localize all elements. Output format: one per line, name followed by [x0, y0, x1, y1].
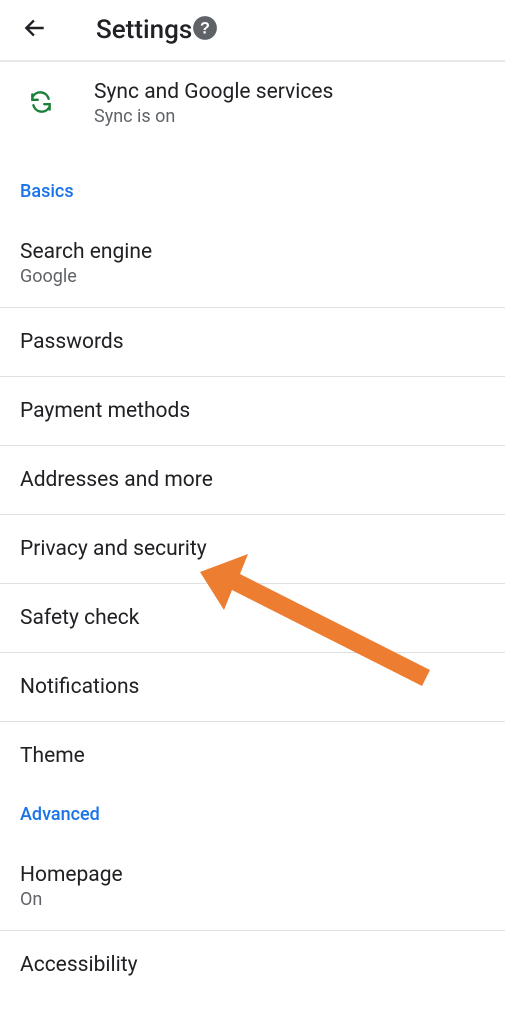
item-title: Privacy and security — [20, 537, 485, 561]
item-title: Theme — [20, 744, 485, 768]
item-title: Notifications — [20, 675, 485, 699]
item-notifications[interactable]: Notifications — [0, 653, 505, 722]
item-payment-methods[interactable]: Payment methods — [0, 377, 505, 446]
item-title: Passwords — [20, 330, 485, 354]
sync-subtitle: Sync is on — [94, 106, 333, 127]
help-icon[interactable]: ? — [192, 15, 222, 45]
item-accessibility[interactable]: Accessibility — [0, 931, 505, 999]
item-privacy-security[interactable]: Privacy and security — [0, 515, 505, 584]
item-safety-check[interactable]: Safety check — [0, 584, 505, 653]
section-basics-header: Basics — [0, 147, 505, 212]
sync-row[interactable]: Sync and Google services Sync is on — [0, 62, 505, 147]
item-passwords[interactable]: Passwords — [0, 308, 505, 377]
item-theme[interactable]: Theme — [0, 722, 505, 790]
sync-title: Sync and Google services — [94, 80, 333, 104]
item-title: Search engine — [20, 240, 485, 264]
item-addresses[interactable]: Addresses and more — [0, 446, 505, 515]
item-title: Safety check — [20, 606, 485, 630]
item-title: Addresses and more — [20, 468, 485, 492]
page-title: Settings — [96, 15, 192, 45]
svg-text:?: ? — [200, 19, 210, 37]
back-icon[interactable] — [16, 15, 48, 45]
item-title: Homepage — [20, 863, 485, 887]
item-title: Payment methods — [20, 399, 485, 423]
item-search-engine[interactable]: Search engine Google — [0, 212, 505, 308]
sync-icon — [20, 89, 94, 119]
section-advanced-header: Advanced — [0, 790, 505, 835]
item-subtitle: On — [20, 889, 485, 910]
item-subtitle: Google — [20, 266, 485, 287]
item-title: Accessibility — [20, 953, 485, 977]
item-homepage[interactable]: Homepage On — [0, 835, 505, 931]
